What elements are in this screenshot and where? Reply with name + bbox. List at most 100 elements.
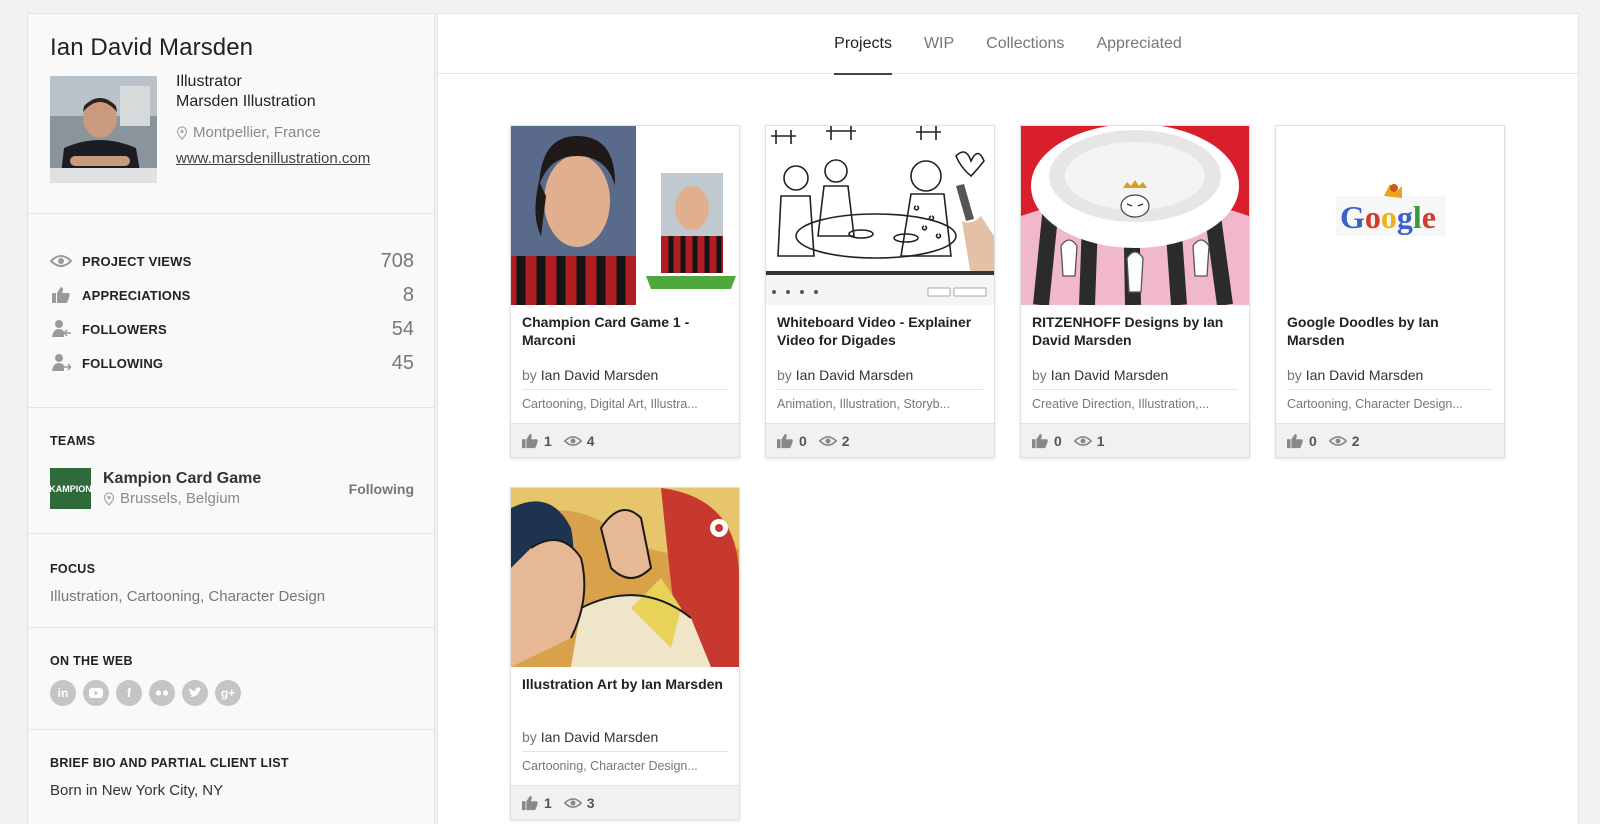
project-owner: by Ian David Marsden xyxy=(511,367,739,383)
twitter-icon[interactable] xyxy=(182,680,208,706)
project-card[interactable]: RITZENHOFF Designs by Ian David Marsden … xyxy=(1020,125,1250,458)
project-owner: by Ian David Marsden xyxy=(766,367,994,383)
tab-projects[interactable]: Projects xyxy=(834,14,892,75)
eye-icon xyxy=(563,795,582,811)
project-card[interactable]: Google Google Doodles by Ian Marsden by I… xyxy=(1275,125,1505,458)
teams-heading: TEAMS xyxy=(50,434,96,448)
project-title[interactable]: Illustration Art by Ian Marsden xyxy=(511,667,739,719)
profile-section: Ian David Marsden Illustrator Marsden Il… xyxy=(28,14,434,214)
stat-followers: FOLLOWERS 54 xyxy=(48,312,414,346)
thumbs-up-icon xyxy=(776,433,794,449)
project-title[interactable]: RITZENHOFF Designs by Ian David Marsden xyxy=(1021,305,1249,357)
occupation: Illustrator xyxy=(176,73,242,90)
stat-following: FOLLOWING 45 xyxy=(48,346,414,380)
focus-items[interactable]: Illustration, Cartooning, Character Desi… xyxy=(50,588,412,605)
thumbs-up-icon xyxy=(521,433,539,449)
by-label: by xyxy=(522,367,537,383)
profile-sidebar: Ian David Marsden Illustrator Marsden Il… xyxy=(27,13,435,824)
stat-value: 54 xyxy=(391,317,414,340)
thumbs-up-icon xyxy=(48,284,74,306)
by-label: by xyxy=(777,367,792,383)
project-card[interactable]: Illustration Art by Ian Marsden by Ian Da… xyxy=(510,487,740,820)
stat-appreciations: APPRECIATIONS 8 xyxy=(48,278,414,312)
by-label: by xyxy=(1287,367,1302,383)
project-card[interactable]: Whiteboard Video - Explainer Video for D… xyxy=(765,125,995,458)
project-card[interactable]: Champion Card Game 1 - Marconi by Ian Dav… xyxy=(510,125,740,458)
project-cover-image[interactable]: Google xyxy=(1276,126,1504,305)
appreciation-count: 1 xyxy=(544,432,552,449)
project-fields[interactable]: Cartooning, Character Design... xyxy=(511,759,739,773)
stat-label: APPRECIATIONS xyxy=(82,287,191,303)
facebook-icon[interactable]: f xyxy=(116,680,142,706)
tab-appreciated[interactable]: Appreciated xyxy=(1096,14,1181,74)
team-location: Brussels, Belgium xyxy=(103,490,349,507)
owner-name[interactable]: Ian David Marsden xyxy=(541,729,659,745)
project-title[interactable]: Whiteboard Video - Explainer Video for D… xyxy=(766,305,994,357)
owner-name[interactable]: Ian David Marsden xyxy=(1306,367,1424,383)
profile-name: Ian David Marsden xyxy=(50,34,254,61)
appreciation-count: 0 xyxy=(1054,432,1062,449)
website-link[interactable]: www.marsdenillustration.com xyxy=(176,150,370,167)
project-cover-image[interactable] xyxy=(511,488,739,667)
team-following-button[interactable]: Following xyxy=(349,481,414,497)
project-fields[interactable]: Cartooning, Digital Art, Illustra... xyxy=(511,397,739,411)
stat-label: PROJECT VIEWS xyxy=(82,253,192,269)
youtube-icon[interactable] xyxy=(83,680,109,706)
stat-value: 708 xyxy=(380,249,414,272)
project-stats: 1 3 xyxy=(511,785,739,819)
avatar[interactable] xyxy=(50,76,157,183)
bio-section: BRIEF BIO AND PARTIAL CLIENT LIST Born i… xyxy=(28,730,434,799)
view-count: 2 xyxy=(841,432,850,449)
team-info: Kampion Card Game Brussels, Belgium xyxy=(103,470,349,507)
owner-name[interactable]: Ian David Marsden xyxy=(1051,367,1169,383)
project-stats: 0 2 xyxy=(766,423,994,457)
stat-label: FOLLOWERS xyxy=(82,321,167,337)
team-item[interactable]: KAMPION Kampion Card Game Brussels, Belg… xyxy=(49,468,414,509)
thumbs-up-icon xyxy=(521,795,539,811)
by-label: by xyxy=(1032,367,1047,383)
location-pin-icon xyxy=(176,125,188,140)
social-links: in f g+ xyxy=(50,680,412,706)
card-divider xyxy=(522,389,728,390)
view-count: 4 xyxy=(586,432,595,449)
project-cover-image[interactable] xyxy=(511,126,739,305)
tab-wip[interactable]: WIP xyxy=(924,14,954,74)
team-name[interactable]: Kampion Card Game xyxy=(103,470,349,488)
project-stats: 0 2 xyxy=(1276,423,1504,457)
stat-project-views: PROJECT VIEWS 708 xyxy=(48,244,414,278)
teams-section: TEAMS KAMPION Kampion Card Game Brussels… xyxy=(28,408,434,534)
team-logo[interactable]: KAMPION xyxy=(49,468,92,509)
tab-bar: Projects WIP Collections Appreciated xyxy=(438,14,1578,75)
google-plus-icon[interactable]: g+ xyxy=(215,680,241,706)
card-divider xyxy=(522,751,728,752)
main-content: Projects WIP Collections Appreciated Cha… xyxy=(437,13,1579,824)
location-pin-icon xyxy=(103,491,115,506)
owner-name[interactable]: Ian David Marsden xyxy=(796,367,914,383)
google-logo: Google xyxy=(1340,199,1436,235)
card-divider xyxy=(1287,389,1493,390)
bio-text: Born in New York City, NY xyxy=(50,782,224,799)
view-count: 1 xyxy=(1096,432,1105,449)
project-fields[interactable]: Creative Direction, Illustration,... xyxy=(1021,397,1249,411)
flickr-icon[interactable] xyxy=(149,680,175,706)
eye-icon xyxy=(1328,433,1347,449)
project-cover-image[interactable] xyxy=(766,126,994,305)
eye-icon xyxy=(818,433,837,449)
project-title[interactable]: Google Doodles by Ian Marsden xyxy=(1276,305,1504,357)
web-section: ON THE WEB in f g+ xyxy=(28,628,434,730)
project-owner: by Ian David Marsden xyxy=(1021,367,1249,383)
profile-info: Illustrator Marsden Illustration Montpel… xyxy=(176,72,370,167)
by-label: by xyxy=(522,729,537,745)
project-cover-image[interactable] xyxy=(1021,126,1249,305)
thumbs-up-icon xyxy=(1286,433,1304,449)
eye-icon xyxy=(48,250,74,272)
linkedin-icon[interactable]: in xyxy=(50,680,76,706)
bio-heading: BRIEF BIO AND PARTIAL CLIENT LIST xyxy=(50,756,289,770)
appreciation-count: 1 xyxy=(544,794,552,811)
tab-collections[interactable]: Collections xyxy=(986,14,1064,74)
project-fields[interactable]: Cartooning, Character Design... xyxy=(1276,397,1504,411)
owner-name[interactable]: Ian David Marsden xyxy=(541,367,659,383)
project-title[interactable]: Champion Card Game 1 - Marconi xyxy=(511,305,739,357)
stats-section: PROJECT VIEWS 708 APPRECIATIONS 8 FOLLOW… xyxy=(28,214,434,408)
project-fields[interactable]: Animation, Illustration, Storyb... xyxy=(766,397,994,411)
